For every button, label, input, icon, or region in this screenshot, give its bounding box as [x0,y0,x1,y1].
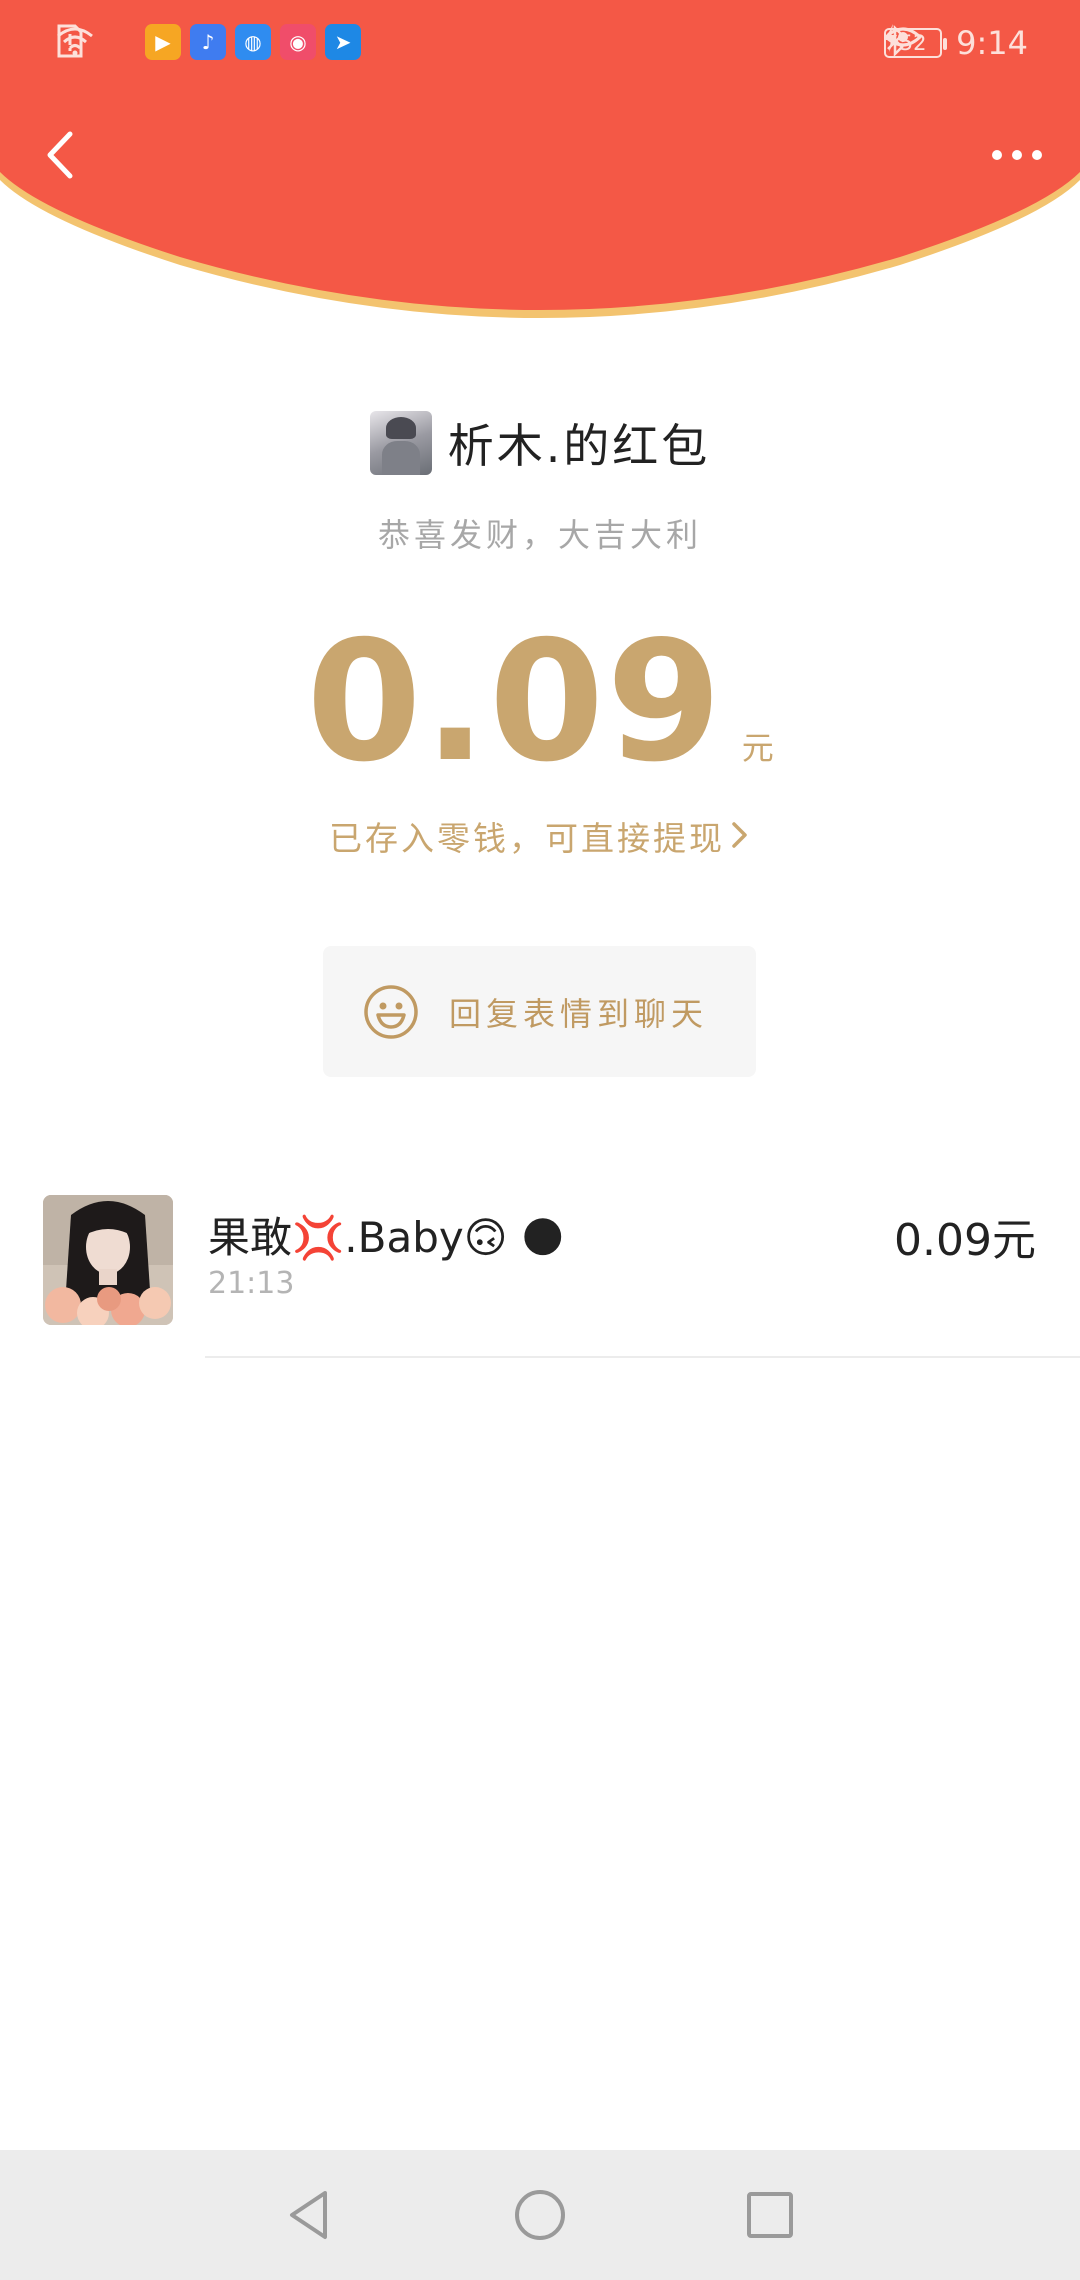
reply-label: 回复表情到聊天 [449,994,709,1033]
chevron-left-icon [47,131,73,179]
more-dots-icon [992,150,1002,160]
status-time: 9:14 [956,24,1028,62]
sender-row: 析木.的红包 [0,410,1080,476]
reply-sticker-button[interactable]: 回复表情到聊天 [323,946,756,1077]
camera-app-icon: ◉ [280,24,316,60]
red-header: ▶ ♪ ◍ ◉ ➤ 52 9:14 [0,0,1080,330]
recents-square-icon [747,2192,793,2238]
home-circle-icon [515,2190,565,2240]
amount-unit: 元 [741,729,774,767]
video-app-icon: ▶ [145,24,181,60]
stored-text: 已存入零钱，可直接提现 [329,819,725,858]
status-right-icons: 52 9:14 [884,24,1028,62]
status-bar: ▶ ♪ ◍ ◉ ➤ 52 9:14 [0,0,1080,95]
battery-level: 52 [899,31,927,55]
smiley-icon [364,984,418,1039]
music-app-icon: ♪ [190,24,226,60]
amount-row: 0.09 元 [0,620,1080,786]
greeting-text: 恭喜发财，大吉大利 [377,516,702,554]
browser-app-icon: ◍ [235,24,271,60]
system-nav-bar [0,2150,1080,2280]
withdraw-link[interactable]: 已存入零钱，可直接提现 [0,812,1080,860]
back-button[interactable] [28,120,98,190]
nav-home-button[interactable] [510,2185,570,2245]
chevron-right-icon [729,819,751,858]
receiver-list-item[interactable]: 果敢💢.Baby🙃 🌑 21:13 0.09元 [0,1190,1080,1358]
list-divider [205,1356,1080,1358]
red-packet-detail-page: ▶ ♪ ◍ ◉ ➤ 52 9:14 析木.的红包 恭喜发财，大吉大利 0.09 … [0,0,1080,2280]
more-button[interactable] [982,125,1052,185]
status-left-icons: ▶ ♪ ◍ ◉ ➤ [55,24,361,60]
back-triangle-icon [290,2191,327,2239]
receiver-amount: 0.09元 [894,1215,1036,1266]
feather-app-icon: ➤ [325,24,361,60]
nav-back-button[interactable] [280,2185,340,2245]
packet-title: 析木.的红包 [447,419,711,473]
receiver-name: 果敢💢.Baby🙃 🌑 [208,1213,565,1262]
receiver-time: 21:13 [208,1266,295,1301]
sender-avatar[interactable] [369,411,432,475]
charging-icon [885,24,898,52]
nav-recents-button[interactable] [740,2185,800,2245]
receiver-avatar[interactable] [43,1195,173,1325]
amount-value: 0.09 [306,606,724,799]
wifi-icon [57,24,136,60]
